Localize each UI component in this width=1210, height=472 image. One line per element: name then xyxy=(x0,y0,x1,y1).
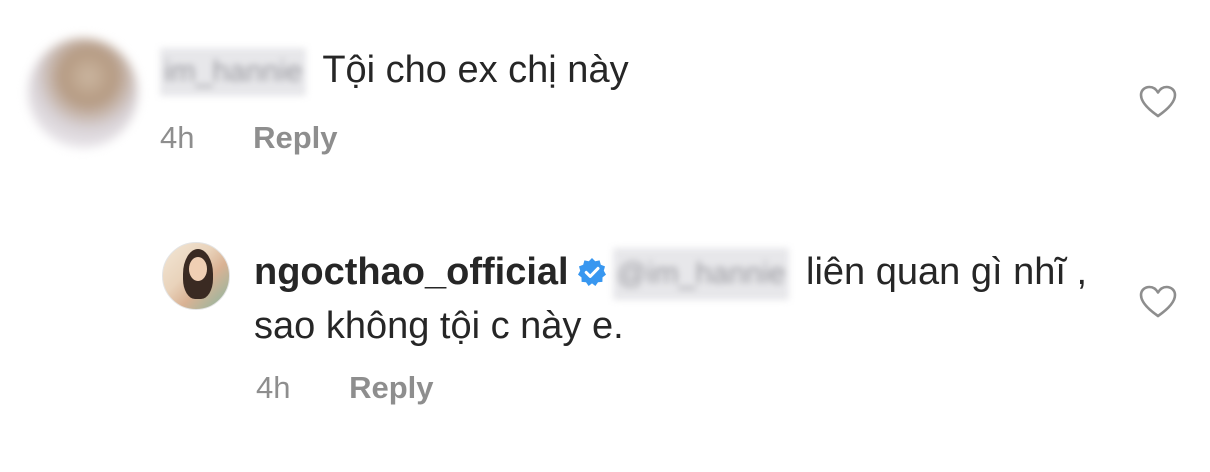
official-account-avatar[interactable] xyxy=(162,242,230,310)
verified-badge-icon xyxy=(577,258,606,286)
reply-button[interactable]: Reply xyxy=(253,120,337,155)
reply-button-2[interactable]: Reply xyxy=(349,370,433,405)
like-heart-icon-2[interactable] xyxy=(1139,285,1177,319)
commenter-username-blurred[interactable]: im_hannie xyxy=(160,47,307,96)
reply-timestamp: 4h xyxy=(256,370,291,405)
comments-panel: im_hannie Tội cho ex chị này 4h Reply ng… xyxy=(0,0,1210,472)
like-heart-icon[interactable] xyxy=(1139,85,1177,119)
reply-comment-body: ngocthao_official @im_hannie liên quan g… xyxy=(254,246,1114,352)
commenter-avatar[interactable] xyxy=(28,38,138,148)
avatar-face-shape xyxy=(189,257,207,281)
reply-meta: 4h Reply xyxy=(256,368,434,408)
mentioned-username-blurred[interactable]: @im_hannie xyxy=(612,247,790,300)
comment-timestamp: 4h xyxy=(160,120,195,155)
reply-username[interactable]: ngocthao_official xyxy=(254,251,569,293)
comment-meta: 4h Reply xyxy=(160,118,338,158)
comment-text-row: im_hannie Tội cho ex chị này xyxy=(160,46,629,96)
comment-text: Tội cho ex chị này xyxy=(322,49,629,91)
